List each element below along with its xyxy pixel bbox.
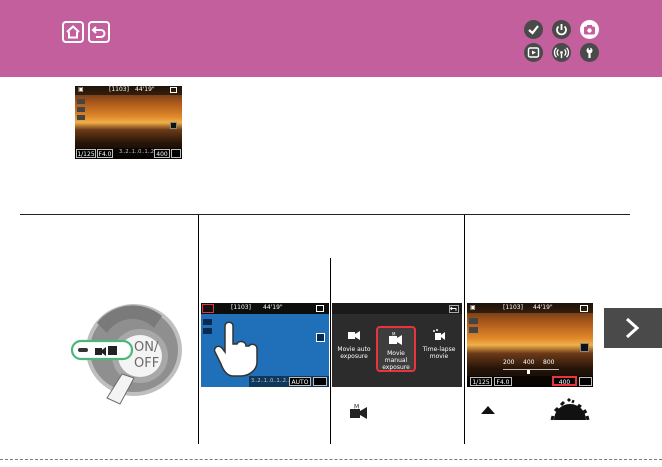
column-separator xyxy=(198,215,199,444)
back-arrow-icon xyxy=(450,306,457,311)
mode-option-movie-auto[interactable]: Movie auto exposure xyxy=(336,329,372,369)
af-method-icon xyxy=(203,319,212,325)
exposure-scale: 3..2..1..0..1..2..3 xyxy=(251,378,293,384)
iso-adjust-screen: ▣ [1103] 44'19" 200 400 800 1/125 F4.0 4… xyxy=(467,303,593,387)
drive-mode-icon xyxy=(469,327,478,333)
mode-label: Movie auto exposure xyxy=(337,346,371,360)
category-basic-button[interactable] xyxy=(524,20,543,39)
af-method-icon xyxy=(469,318,478,324)
wireless-icon xyxy=(553,47,570,58)
focus-magnify-icon[interactable] xyxy=(170,122,177,129)
up-button-icon xyxy=(481,406,495,414)
playback-icon xyxy=(527,47,540,58)
shots-remaining: [1103] xyxy=(109,86,129,93)
quick-menu-icon[interactable] xyxy=(580,305,588,312)
mode-label: Time-lapse movie xyxy=(422,346,456,360)
iso-box-selected[interactable]: 400 xyxy=(552,376,577,386)
quick-menu-icon[interactable] xyxy=(170,87,177,93)
movie-mode-indicator-icon: ▣ xyxy=(78,86,84,93)
shutter-speed-value: 1/125 xyxy=(472,379,490,386)
mode-dial-graphic xyxy=(70,304,182,405)
power-icon xyxy=(556,24,567,36)
q-set-button[interactable] xyxy=(171,149,181,158)
shots-remaining: [1103] xyxy=(503,304,523,311)
touch-mode-screen: [1103] 44'19" 3..2..1..0..1..2..3 AUTO xyxy=(201,303,329,387)
back-button[interactable] xyxy=(88,21,110,43)
iso-box[interactable]: 400 xyxy=(154,149,170,158)
category-playback-button[interactable] xyxy=(524,43,543,62)
iso-scale[interactable]: 200 400 800 xyxy=(503,360,559,376)
wrench-icon xyxy=(586,47,593,58)
power-label-on: ON/ xyxy=(134,340,159,355)
quick-menu-icon[interactable] xyxy=(316,305,324,312)
next-page-button[interactable] xyxy=(604,308,662,348)
svg-text:M: M xyxy=(392,332,396,337)
record-time: 44'19" xyxy=(135,86,155,93)
column-separator xyxy=(464,215,465,444)
movie-manual-icon: M xyxy=(350,404,367,419)
movie-mode-indicator-icon: ▣ xyxy=(470,304,476,311)
aperture-box[interactable]: F4.0 xyxy=(494,377,512,386)
iso-scale-marker xyxy=(527,370,530,374)
iso-value: 400 xyxy=(156,151,168,158)
category-wireless-button[interactable] xyxy=(552,43,571,62)
finger-tap-icon xyxy=(213,321,258,377)
af-method-icon xyxy=(77,99,85,104)
q-set-button[interactable] xyxy=(313,377,327,386)
aperture-value: F4.0 xyxy=(98,151,112,158)
movie-preview-screen: ▣ [1103] 44'19" 1/125 F4.0 3..2..1..0..1… xyxy=(75,86,182,159)
iso-value: AUTO xyxy=(291,379,309,386)
chevron-right-icon xyxy=(625,317,640,339)
shots-remaining: [1103] xyxy=(231,304,251,311)
power-label-off: OFF xyxy=(134,356,160,371)
mode-label: Movie manual exposure xyxy=(382,350,410,371)
shutter-speed-box[interactable]: 1/125 xyxy=(76,149,96,158)
category-shooting-button[interactable] xyxy=(580,20,599,39)
image-quality-icon xyxy=(77,115,85,120)
iso-box[interactable]: AUTO xyxy=(289,377,311,386)
movie-auto-icon xyxy=(348,331,360,340)
time-lapse-icon xyxy=(433,329,445,340)
checkmark-icon xyxy=(528,25,539,35)
mode-option-time-lapse[interactable]: Time-lapse movie xyxy=(420,329,458,369)
focus-magnify-icon[interactable] xyxy=(580,343,589,352)
drive-mode-icon xyxy=(203,328,212,334)
category-settings-button[interactable] xyxy=(580,43,599,62)
section-divider xyxy=(20,214,630,215)
home-button[interactable] xyxy=(62,21,84,43)
aperture-box[interactable]: F4.0 xyxy=(97,149,113,158)
movie-mode-select-screen: Movie auto exposure M Movie manual expos… xyxy=(332,303,462,387)
iso-value: 400 xyxy=(558,379,571,386)
q-set-button[interactable] xyxy=(579,377,592,386)
record-time: 44'19" xyxy=(263,304,283,311)
record-time: 44'19" xyxy=(533,304,553,311)
iso-tick-label: 200 xyxy=(503,359,515,366)
movie-manual-icon: M xyxy=(389,332,402,345)
iso-tick-label: 800 xyxy=(543,359,555,366)
back-arrow-icon xyxy=(91,26,106,38)
home-icon xyxy=(66,25,80,39)
camera-icon xyxy=(584,25,595,35)
header-bar xyxy=(0,0,662,77)
aperture-value: F4.0 xyxy=(496,379,510,386)
shooting-mode-icon[interactable] xyxy=(202,304,214,313)
mode-option-movie-manual[interactable]: M Movie manual exposure xyxy=(376,326,416,372)
menu-back-button[interactable] xyxy=(449,305,459,313)
main-dial-icon xyxy=(550,398,590,420)
mode-dial-illustration: ON/ OFF xyxy=(62,298,182,408)
shutter-speed-value: 1/125 xyxy=(77,151,95,158)
focus-magnify-icon[interactable] xyxy=(316,333,325,342)
page-footer-line xyxy=(0,459,662,460)
svg-text:M: M xyxy=(354,404,359,411)
iso-tick-label: 400 xyxy=(523,359,535,366)
shutter-speed-box[interactable]: 1/125 xyxy=(470,377,492,386)
category-power-button[interactable] xyxy=(552,20,571,39)
column-separator xyxy=(330,258,331,444)
drive-mode-icon xyxy=(77,107,85,112)
